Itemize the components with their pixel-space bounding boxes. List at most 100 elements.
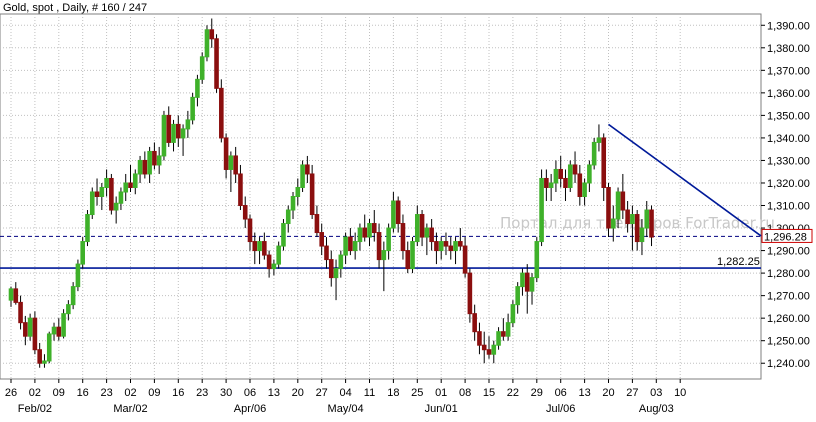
y-tick-label: 1,330.00 [767, 155, 810, 167]
candle [204, 25, 210, 62]
y-tick-label: 1,240.00 [767, 358, 810, 370]
candle-body [109, 177, 114, 211]
y-tick-label: 1,360.00 [767, 88, 810, 100]
candle-body [27, 317, 33, 337]
candle-body [319, 232, 324, 247]
candle-body [252, 241, 258, 252]
candle-body [185, 119, 191, 130]
candle [534, 237, 540, 283]
candle-body [333, 268, 339, 279]
candle [46, 331, 52, 364]
candle-body [271, 263, 277, 270]
candle-body [610, 218, 616, 229]
x-day-label: 23 [196, 387, 208, 399]
x-day-label: 08 [459, 387, 471, 399]
candle-body [285, 209, 291, 225]
candle-body [596, 137, 602, 143]
candle-body [472, 313, 477, 333]
candle-body [625, 209, 630, 225]
candle-body [8, 288, 14, 301]
candle-body [32, 317, 38, 351]
candle-body [137, 159, 143, 175]
candle-body [66, 304, 71, 315]
candle [510, 300, 516, 328]
candle-body [104, 177, 109, 188]
candle-body [357, 227, 363, 243]
candle-body [515, 286, 520, 306]
candle [80, 237, 86, 269]
candle-body [587, 164, 592, 184]
candle-body [606, 186, 611, 229]
candle [214, 34, 219, 93]
candle-body [37, 349, 42, 364]
x-day-label: 06 [244, 387, 256, 399]
candle-body [152, 150, 157, 166]
candle-body [501, 331, 506, 337]
y-tick-label: 1,250.00 [767, 336, 810, 348]
x-day-label: 26 [5, 387, 17, 399]
candle-body [352, 241, 358, 252]
candle-body [615, 191, 621, 220]
x-day-label: 29 [531, 387, 543, 399]
candle-body [462, 245, 468, 274]
candle-body [467, 272, 473, 315]
candle-body [376, 232, 382, 261]
candle-body [190, 96, 195, 121]
x-day-label: 02 [124, 387, 136, 399]
candle-body [544, 177, 549, 188]
candle-body [405, 250, 411, 270]
y-axis: 1,240.00 1,250.00 1,260.00 1,270.00 1,280.00… [761, 20, 810, 370]
candle-body [99, 186, 105, 198]
candle-body [477, 331, 482, 346]
candle-body [548, 182, 554, 188]
y-tick-label: 1,310.00 [767, 201, 810, 213]
x-day-label: 04 [339, 387, 351, 399]
candle-body [582, 182, 587, 197]
candle-body [620, 191, 626, 211]
candle-body [563, 177, 568, 188]
candle-body [147, 150, 152, 175]
candle-body [367, 223, 372, 238]
x-month-label: Apr/06 [234, 403, 266, 415]
candle-body [195, 78, 200, 98]
candle-body [18, 301, 23, 324]
candle-body [123, 182, 129, 193]
candle-body [338, 254, 344, 270]
candle [161, 110, 167, 161]
candle-body [419, 214, 425, 238]
x-day-label: 20 [292, 387, 304, 399]
candle-body [300, 164, 305, 188]
y-tick-label: 1,390.00 [767, 20, 810, 32]
candle-body [314, 214, 320, 234]
x-day-label: 27 [626, 387, 638, 399]
candle-body [46, 333, 52, 362]
candle-body [481, 344, 487, 351]
candle-body [324, 245, 329, 261]
candle [199, 52, 205, 84]
x-month-label: Aug/03 [639, 403, 674, 415]
candle-body [343, 236, 348, 256]
candle-body [113, 202, 119, 211]
candle-body [429, 227, 434, 243]
candle-body [424, 227, 430, 238]
candle-body [491, 344, 497, 355]
candle-body [305, 164, 310, 175]
candle-body [639, 227, 645, 243]
x-day-label: 22 [507, 387, 519, 399]
candle-body [558, 168, 564, 179]
x-month-label: Feb/02 [18, 403, 52, 415]
candle-body [386, 227, 391, 252]
candle-body [577, 173, 583, 197]
x-day-label: 27 [316, 387, 328, 399]
candle-body [51, 326, 57, 335]
candle-body [371, 223, 377, 234]
y-tick-label: 1,260.00 [767, 313, 810, 325]
plot-area [0, 13, 762, 380]
candle-body [23, 322, 28, 337]
candle-body [180, 128, 186, 139]
candle-body [630, 214, 635, 225]
candle-body [233, 155, 238, 175]
candle [281, 219, 286, 251]
x-month-label: Jul/06 [546, 403, 575, 415]
candle-body [176, 123, 181, 139]
